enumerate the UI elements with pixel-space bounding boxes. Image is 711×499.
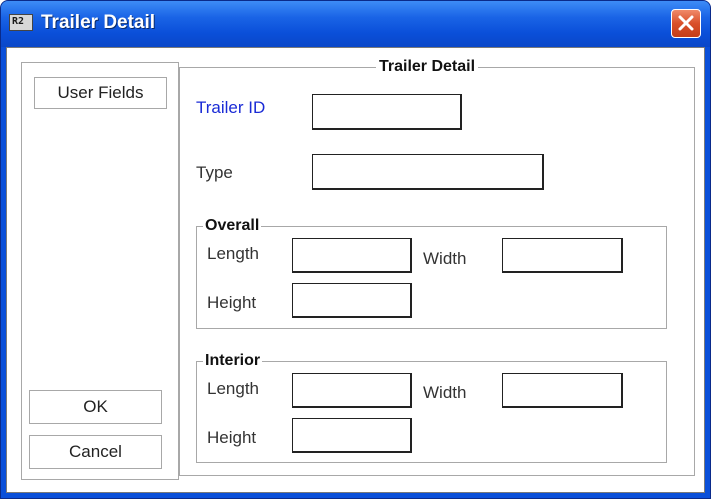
ok-button[interactable]: OK <box>29 390 162 424</box>
overall-legend: Overall <box>203 217 262 235</box>
interior-legend: Interior <box>203 352 263 370</box>
type-label: Type <box>196 163 233 182</box>
interior-length-label: Length <box>207 379 259 398</box>
overall-length-label: Length <box>207 244 259 263</box>
interior-height-label: Height <box>207 428 257 447</box>
title-bar[interactable]: R2 Trailer Detail <box>1 1 710 47</box>
overall-height-input[interactable] <box>292 283 412 318</box>
app-icon-text: R2 <box>12 16 25 27</box>
overall-width-label: Width <box>423 249 467 268</box>
overall-width-input[interactable] <box>502 238 623 273</box>
interior-width-input[interactable] <box>502 373 623 408</box>
type-input[interactable] <box>312 154 544 190</box>
trailer-id-label: Trailer ID <box>196 98 266 117</box>
user-fields-button[interactable]: User Fields <box>34 77 167 109</box>
left-button-panel: User Fields OK Cancel <box>21 62 179 480</box>
close-icon <box>678 15 694 31</box>
app-icon: R2 <box>9 14 33 31</box>
interior-width-label: Width <box>423 383 467 402</box>
dialog-window: R2 Trailer Detail User Fields OK Cancel … <box>0 0 711 499</box>
overall-height-label: Height <box>207 293 257 312</box>
trailer-detail-legend: Trailer Detail <box>376 58 479 76</box>
close-button[interactable] <box>671 9 701 38</box>
interior-height-input[interactable] <box>292 418 412 453</box>
interior-length-input[interactable] <box>292 373 412 408</box>
trailer-id-input[interactable] <box>312 94 462 130</box>
cancel-button[interactable]: Cancel <box>29 435 162 469</box>
overall-length-input[interactable] <box>292 238 412 273</box>
window-title: Trailer Detail <box>41 12 156 33</box>
